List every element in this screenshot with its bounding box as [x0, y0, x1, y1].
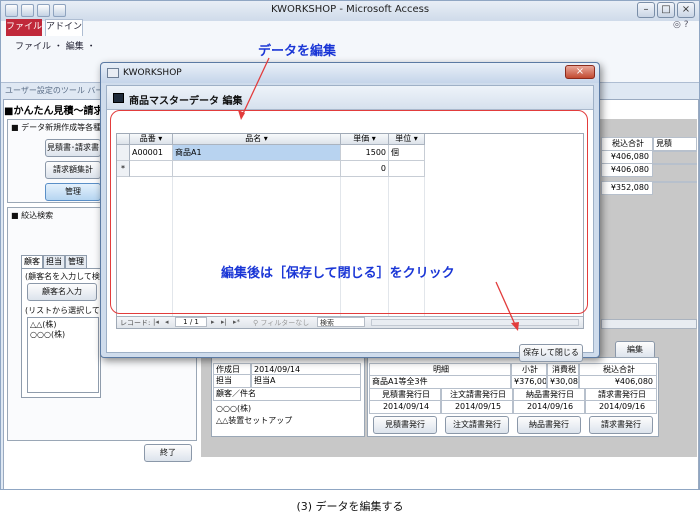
window-titlebar: KWORKSHOP - Microsoft Access – □ ×: [1, 1, 699, 21]
dialog-title: KWORKSHOP: [123, 68, 182, 78]
rep-value: 担当A: [251, 374, 361, 388]
form-square-icon: [113, 93, 124, 103]
issue-date: 2014/09/14: [369, 400, 441, 414]
grid-horizontal-scrollbar[interactable]: [371, 319, 579, 326]
dialog-close-icon[interactable]: ×: [565, 65, 595, 79]
table-cell: [653, 181, 697, 183]
record-position[interactable]: 1 / 1: [175, 317, 207, 327]
table-cell: ¥406,080: [601, 150, 653, 164]
annotation-edit-data: データを編集: [258, 44, 337, 59]
next-record-icon[interactable]: ▸: [211, 318, 215, 326]
no-filter-label: フィルターなし: [260, 319, 310, 327]
form-title: 商品マスターデータ 編集: [129, 96, 243, 107]
manage-button[interactable]: 管理: [45, 183, 101, 201]
subtotal-value: ¥376,000: [511, 375, 547, 389]
new-data-heading: ■ データ新規作成等各種: [11, 123, 102, 132]
help-icon[interactable]: ◎ ?: [673, 20, 689, 30]
prev-record-icon[interactable]: ◂: [165, 318, 169, 326]
tax-value: ¥30,080: [547, 375, 579, 389]
issue-invoice-button[interactable]: 請求書発行: [589, 416, 653, 434]
maximize-icon[interactable]: □: [657, 2, 675, 18]
save-and-close-button[interactable]: 保存して閉じる: [519, 344, 583, 362]
issue-delivery-button[interactable]: 納品書発行: [517, 416, 581, 434]
meisai-item: 商品A1等全3件: [369, 375, 511, 389]
customer-name: ○○○(株): [216, 404, 252, 413]
tab-file[interactable]: ファイル: [6, 19, 42, 36]
filter-heading: ■ 絞込検索: [11, 211, 54, 220]
list-item[interactable]: ○○○(株): [30, 329, 65, 340]
subject: △△装置セットアップ: [216, 416, 293, 425]
minimize-icon[interactable]: –: [637, 2, 655, 18]
issue-date: 2014/09/16: [513, 400, 585, 414]
addin-menu[interactable]: ファイル ・ 編集 ・: [15, 39, 96, 52]
estimate-header: 見積: [653, 137, 697, 151]
rep-label: 担当: [213, 374, 251, 388]
issue-estimate-button[interactable]: 見積書発行: [373, 416, 437, 434]
custom-toolbar-label: ユーザー設定のツール バー: [5, 86, 104, 95]
new-record-icon[interactable]: ▸*: [233, 318, 240, 326]
customer-search-hint: (顧客名を入力して検索: [25, 272, 108, 281]
issue-order-button[interactable]: 注文請書発行: [445, 416, 509, 434]
issue-date: 2014/09/16: [585, 400, 657, 414]
customer-subject-label: 顧客／件名: [213, 387, 361, 401]
record-navigator: レコード: |◂ ◂ 1 / 1 ▸ ▸| ▸* ⚲ フィルターなし 検索: [117, 316, 583, 328]
end-button[interactable]: 終了: [144, 444, 192, 462]
highlight-box: [110, 110, 588, 314]
form-header-bar: 商品マスターデータ 編集: [107, 86, 593, 110]
window-title: KWORKSHOP - Microsoft Access: [270, 4, 430, 15]
customer-name-input-button[interactable]: 顧客名入力: [27, 283, 97, 301]
figure-caption: (3) データを編集する: [296, 500, 404, 513]
tab-addin[interactable]: アドイン: [45, 19, 83, 36]
no-filter-indicator[interactable]: ⚲ フィルターなし: [253, 318, 309, 328]
table-cell: [653, 163, 697, 165]
last-record-icon[interactable]: ▸|: [221, 318, 227, 326]
main-form-title: ■かんたん見積～請求: [4, 106, 104, 117]
issue-date: 2014/09/15: [441, 400, 513, 414]
horizontal-scrollbar[interactable]: [601, 319, 697, 329]
table-cell: ¥406,080: [601, 163, 653, 177]
dialog-titlebar[interactable]: KWORKSHOP ×: [101, 63, 599, 83]
invoice-summary-button[interactable]: 請求額集計: [45, 161, 101, 179]
filter-tab-manage[interactable]: 管理: [65, 255, 87, 268]
close-icon[interactable]: ×: [677, 2, 695, 18]
record-label: レコード:: [120, 319, 151, 327]
tax-total-header: 税込合計: [601, 137, 653, 151]
first-record-icon[interactable]: |◂: [153, 318, 159, 326]
table-cell: ¥352,080: [601, 181, 653, 195]
filter-tab-rep[interactable]: 担当: [43, 255, 65, 268]
filter-tab-customer[interactable]: 顧客: [21, 255, 43, 268]
table-cell: [653, 150, 697, 152]
total-value: ¥406,080: [579, 375, 657, 389]
estimate-invoice-button[interactable]: 見積書･請求書: [45, 139, 101, 157]
search-box[interactable]: 検索: [317, 317, 365, 327]
annotation-save-instruction: 編集後は［保存して閉じる］をクリック: [221, 266, 455, 281]
form-icon: [107, 68, 119, 78]
